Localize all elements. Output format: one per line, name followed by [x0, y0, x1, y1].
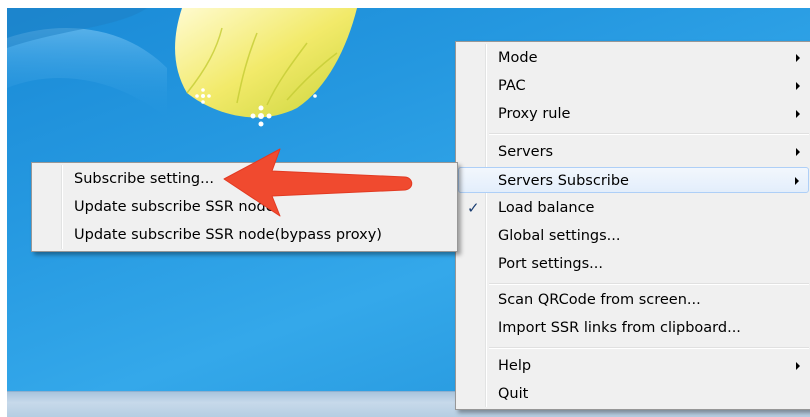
menu-item-label: Quit	[498, 386, 529, 402]
submenu-arrow-icon	[796, 82, 800, 90]
submenu-item-update-subscribe-bypass-proxy[interactable]: Update subscribe SSR node(bypass proxy)	[34, 222, 455, 248]
submenu-arrow-icon	[796, 110, 800, 118]
submenu-arrow-icon	[796, 54, 800, 62]
menu-item-help[interactable]: Help	[458, 353, 809, 379]
menu-item-port-settings[interactable]: Port settings...	[458, 251, 809, 277]
menu-item-label: Subscribe setting...	[74, 171, 214, 187]
menu-item-global-settings[interactable]: Global settings...	[458, 223, 809, 249]
menu-item-proxy-rule[interactable]: Proxy rule	[458, 101, 809, 127]
menu-item-label: Proxy rule	[498, 106, 571, 122]
menu-item-label: Servers	[498, 144, 554, 160]
menu-item-label: Port settings...	[498, 256, 604, 272]
menu-separator	[489, 347, 809, 349]
menu-item-servers-subscribe[interactable]: Servers Subscribe	[458, 167, 809, 193]
menu-item-label: Scan QRCode from screen...	[498, 292, 701, 308]
menu-item-servers[interactable]: Servers	[458, 139, 809, 165]
menu-item-mode[interactable]: Mode	[458, 45, 809, 71]
submenu-arrow-icon	[795, 177, 799, 185]
menu-item-label: Load balance	[498, 200, 595, 216]
checkmark-icon: ✓	[467, 199, 480, 217]
submenu-item-subscribe-setting[interactable]: Subscribe setting...	[34, 166, 455, 192]
menu-item-load-balance[interactable]: ✓ Load balance	[458, 195, 809, 221]
menu-item-pac[interactable]: PAC	[458, 73, 809, 99]
tray-context-menu: Mode PAC Proxy rule Servers Servers Subs…	[455, 41, 810, 410]
servers-subscribe-submenu: Subscribe setting... Update subscribe SS…	[31, 162, 458, 252]
submenu-item-update-subscribe[interactable]: Update subscribe SSR node	[34, 194, 455, 220]
menu-item-label: Global settings...	[498, 228, 621, 244]
menu-item-scan-qrcode[interactable]: Scan QRCode from screen...	[458, 287, 809, 313]
menu-item-import-ssr-links[interactable]: Import SSR links from clipboard...	[458, 315, 809, 341]
menu-item-label: Import SSR links from clipboard...	[498, 320, 741, 336]
menu-item-label: Mode	[498, 50, 538, 66]
submenu-arrow-icon	[796, 362, 800, 370]
menu-item-label: Update subscribe SSR node(bypass proxy)	[74, 227, 382, 243]
menu-item-label: Help	[498, 358, 532, 374]
menu-item-label: Servers Subscribe	[498, 173, 629, 189]
menu-separator	[489, 283, 809, 285]
submenu-arrow-icon	[796, 148, 800, 156]
menu-item-label: PAC	[498, 78, 526, 94]
menu-separator	[489, 133, 809, 135]
menu-item-quit[interactable]: Quit	[458, 381, 809, 407]
menu-item-label: Update subscribe SSR node	[74, 199, 275, 215]
